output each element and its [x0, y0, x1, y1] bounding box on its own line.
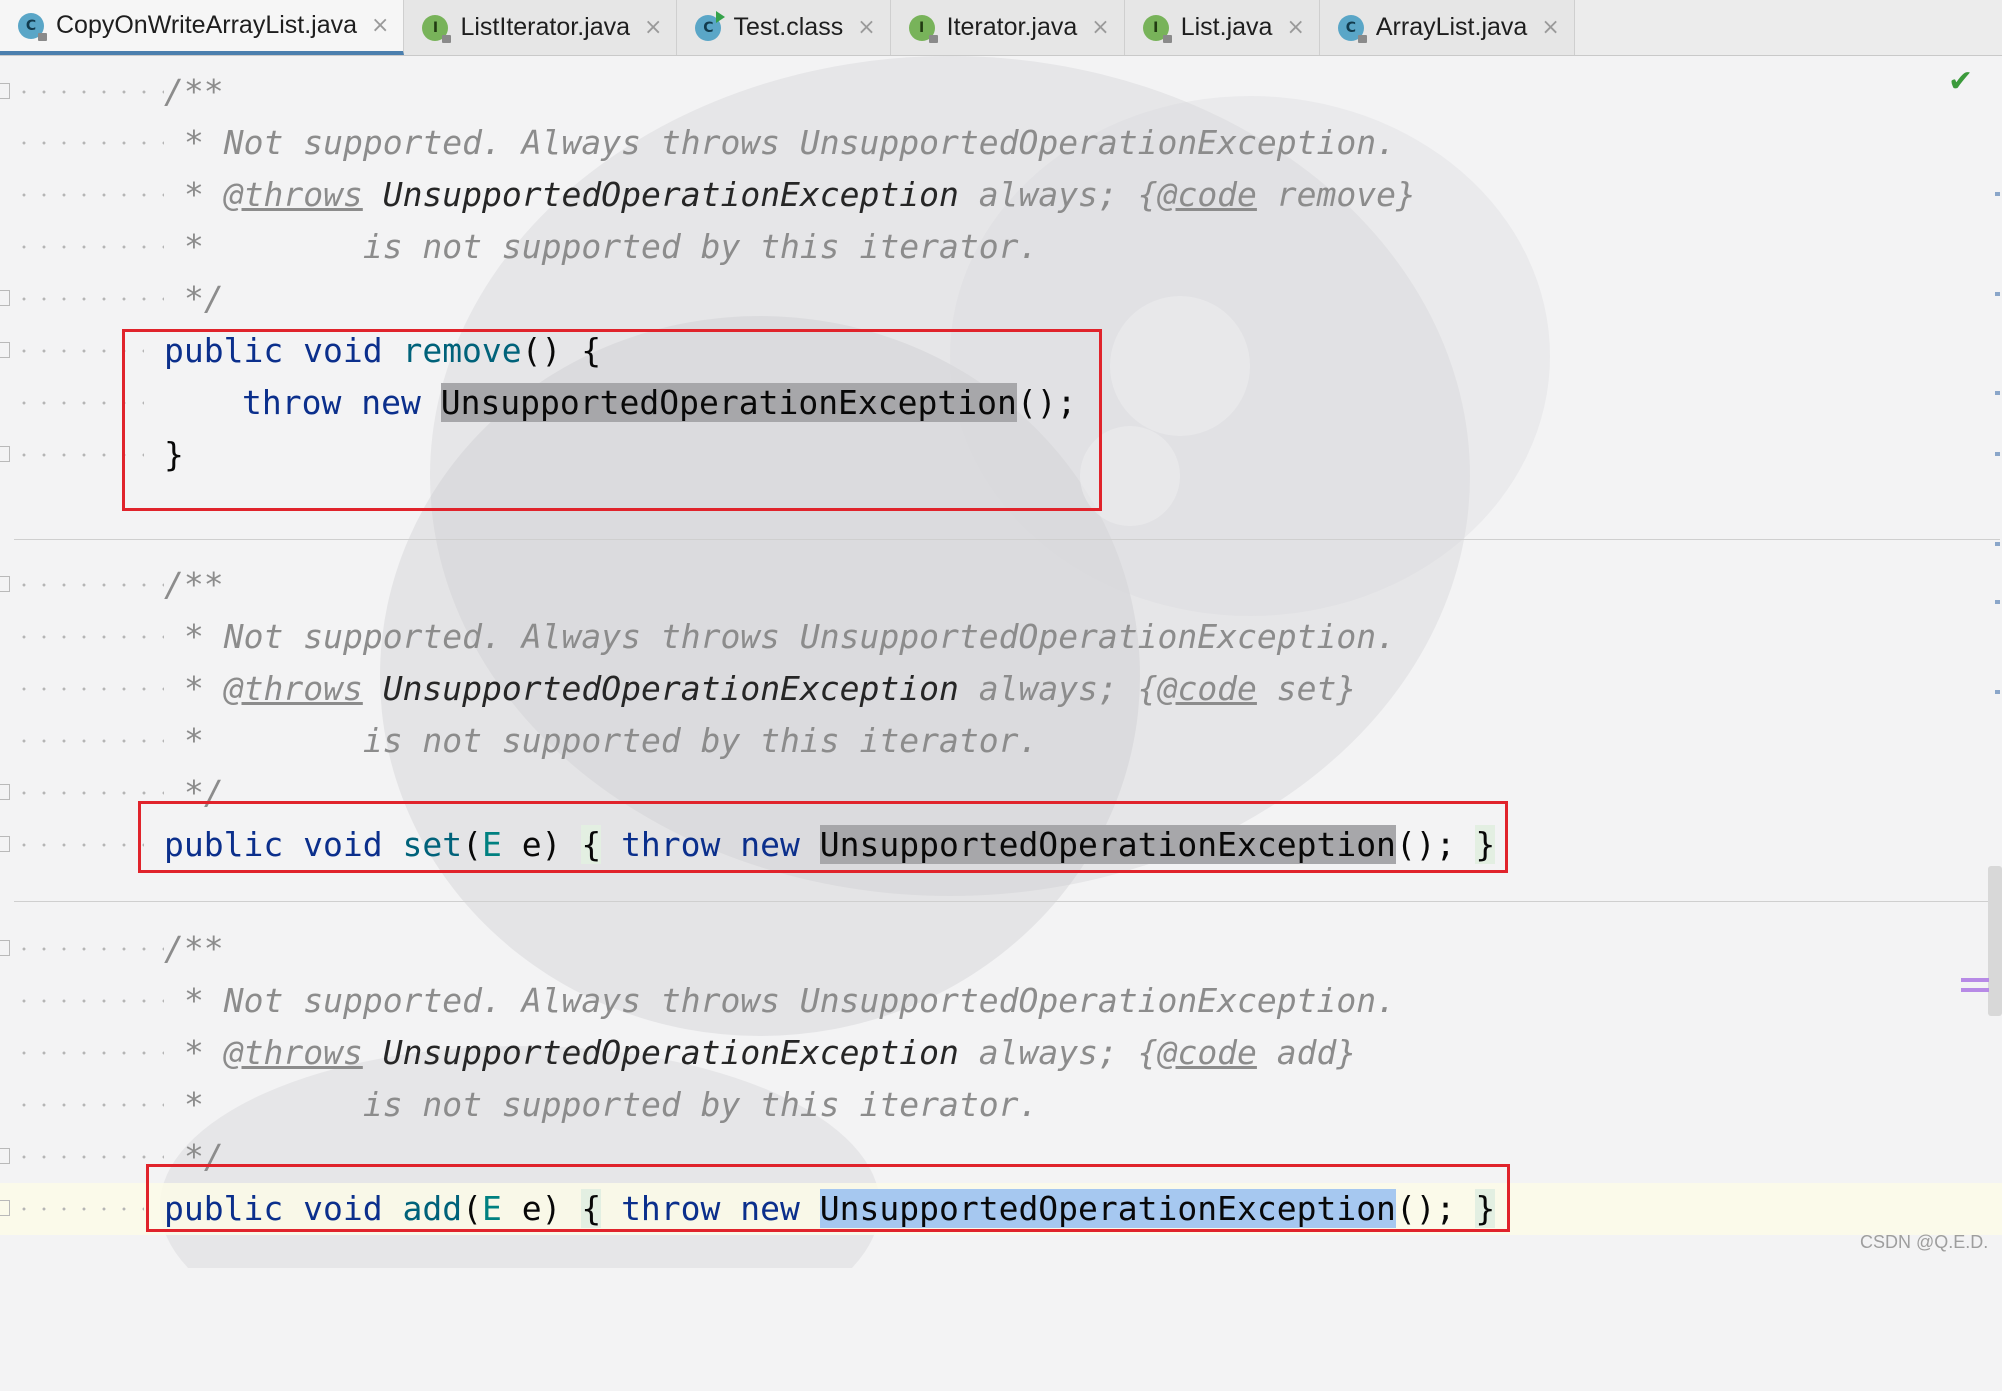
code-line: * @throws UnsupportedOperationException … [0, 663, 1356, 715]
code-line: */ [0, 273, 224, 325]
close-icon[interactable]: × [1541, 15, 1559, 40]
error-stripe[interactable] [1992, 56, 2002, 1268]
tab-listiterator[interactable]: I ListIterator.java × [404, 0, 678, 55]
fold-marker-icon[interactable] [0, 784, 10, 800]
tab-label: Iterator.java [946, 13, 1078, 41]
doc-line: * is not supported by this iterator. [184, 1085, 1039, 1124]
doc-line: * Not supported. Always throws Unsupport… [184, 617, 1396, 656]
code-line: /** [0, 923, 224, 975]
code-line: */ [0, 1131, 224, 1183]
editor-tab-bar: C CopyOnWriteArrayList.java × I ListIter… [0, 0, 2002, 56]
code-line: throw new UnsupportedOperationException(… [0, 377, 1076, 429]
tab-label: List.java [1180, 13, 1273, 41]
close-icon[interactable]: × [371, 13, 389, 38]
inspection-ok-icon[interactable]: ✔ [1948, 64, 1973, 99]
doc-line: * is not supported by this iterator. [184, 721, 1039, 760]
doc-line: * Not supported. Always throws Unsupport… [184, 981, 1396, 1020]
fold-marker-icon[interactable] [0, 83, 10, 99]
method-separator [14, 901, 2000, 902]
fold-marker-icon[interactable] [0, 290, 10, 306]
fold-marker-icon[interactable] [0, 1200, 10, 1216]
tab-list[interactable]: I List.java × [1124, 0, 1320, 55]
fold-marker-icon[interactable] [0, 342, 10, 358]
code-line: } [0, 429, 184, 481]
fold-marker-icon[interactable] [0, 446, 10, 462]
tab-label: ArrayList.java [1375, 13, 1528, 41]
scrollbar-thumb[interactable] [1988, 866, 2002, 1016]
tab-arraylist[interactable]: C ArrayList.java × [1319, 0, 1575, 55]
interface-icon: I [422, 14, 452, 43]
code-line: */ [0, 767, 224, 819]
code-editor-content[interactable]: /** * Not supported. Always throws Unsup… [0, 56, 2002, 1268]
close-icon[interactable]: × [857, 15, 875, 40]
highlight-box-remove [122, 329, 1102, 511]
code-line: public void add(E e) { throw new Unsuppo… [0, 1183, 1496, 1235]
fold-marker-icon[interactable] [0, 940, 10, 956]
tab-label: Test.class [733, 13, 844, 41]
tab-label: CopyOnWriteArrayList.java [56, 11, 358, 39]
tab-test-class[interactable]: C Test.class × [677, 0, 891, 55]
doc-line: * @throws UnsupportedOperationException … [184, 1033, 1357, 1072]
code-line: /** [0, 559, 224, 611]
usage-marker [1961, 978, 1989, 982]
fold-marker-icon[interactable] [0, 1148, 10, 1164]
code-line: * Not supported. Always throws Unsupport… [0, 611, 1396, 663]
interface-icon: I [1142, 14, 1172, 43]
code-line: /** [0, 66, 224, 118]
doc-comment-open: /** [164, 929, 224, 968]
tab-label: ListIterator.java [460, 13, 630, 41]
doc-line: * @throws UnsupportedOperationException … [184, 175, 1416, 214]
highlight-box-add [146, 1164, 1510, 1232]
class-run-icon: C [695, 10, 726, 41]
doc-line: * @throws UnsupportedOperationException … [184, 669, 1357, 708]
doc-line: * is not supported by this iterator. [184, 227, 1039, 266]
code-line: * @throws UnsupportedOperationException … [0, 169, 1416, 221]
code-line: * is not supported by this iterator. [0, 715, 1038, 767]
doc-line: * Not supported. Always throws Unsupport… [184, 123, 1396, 162]
tab-copyonwritearraylist[interactable]: C CopyOnWriteArrayList.java × [0, 0, 405, 55]
tab-iterator[interactable]: I Iterator.java × [890, 0, 1125, 55]
doc-comment-close: */ [184, 279, 224, 318]
code-line: public void set(E e) { throw new Unsuppo… [0, 819, 1496, 871]
highlight-box-set [138, 801, 1508, 873]
close-icon[interactable]: × [1286, 15, 1304, 40]
fold-marker-icon[interactable] [0, 836, 10, 852]
code-line: * Not supported. Always throws Unsupport… [0, 975, 1396, 1027]
code-line: * @throws UnsupportedOperationException … [0, 1027, 1356, 1079]
class-icon: C [1337, 14, 1367, 43]
fold-marker-icon[interactable] [0, 576, 10, 592]
code-line: * is not supported by this iterator. [0, 1079, 1038, 1131]
close-icon[interactable]: × [1091, 15, 1109, 40]
code-line: * is not supported by this iterator. [0, 221, 1038, 273]
usage-marker [1961, 988, 1989, 992]
code-line: public void remove() { [0, 325, 601, 377]
watermark: CSDN @Q.E.D. [1860, 1232, 1989, 1252]
close-icon[interactable]: × [644, 15, 662, 40]
interface-icon: I [908, 14, 938, 43]
class-icon: C [18, 12, 47, 41]
doc-comment-open: /** [164, 565, 224, 604]
doc-comment-open: /** [164, 72, 224, 111]
code-line: * Not supported. Always throws Unsupport… [0, 117, 1396, 169]
method-separator [14, 539, 2000, 540]
